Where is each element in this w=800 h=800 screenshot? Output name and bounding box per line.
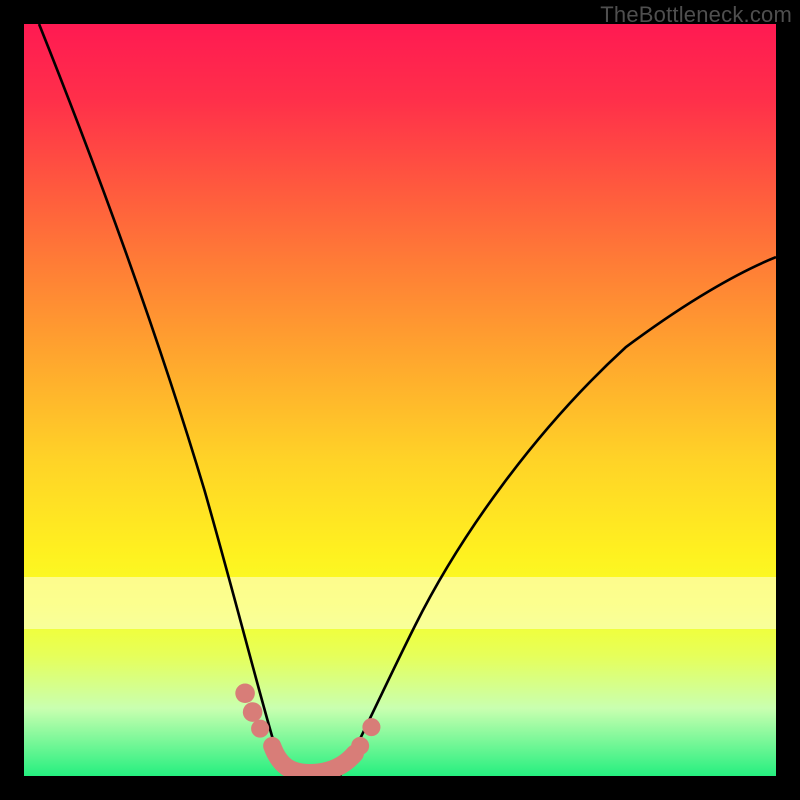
- bead-right-2: [362, 718, 380, 736]
- bottom-pink-segment: [272, 746, 355, 773]
- bead-left-2: [243, 702, 263, 722]
- left-curve: [39, 24, 287, 776]
- bead-right-1: [351, 737, 369, 755]
- bead-left-3: [251, 720, 269, 738]
- watermark-text: TheBottleneck.com: [600, 2, 792, 28]
- chart-frame: TheBottleneck.com: [0, 0, 800, 800]
- right-curve: [340, 257, 776, 776]
- chart-curves-svg: [24, 24, 776, 776]
- bead-left-1: [235, 684, 255, 704]
- chart-plot-area: [24, 24, 776, 776]
